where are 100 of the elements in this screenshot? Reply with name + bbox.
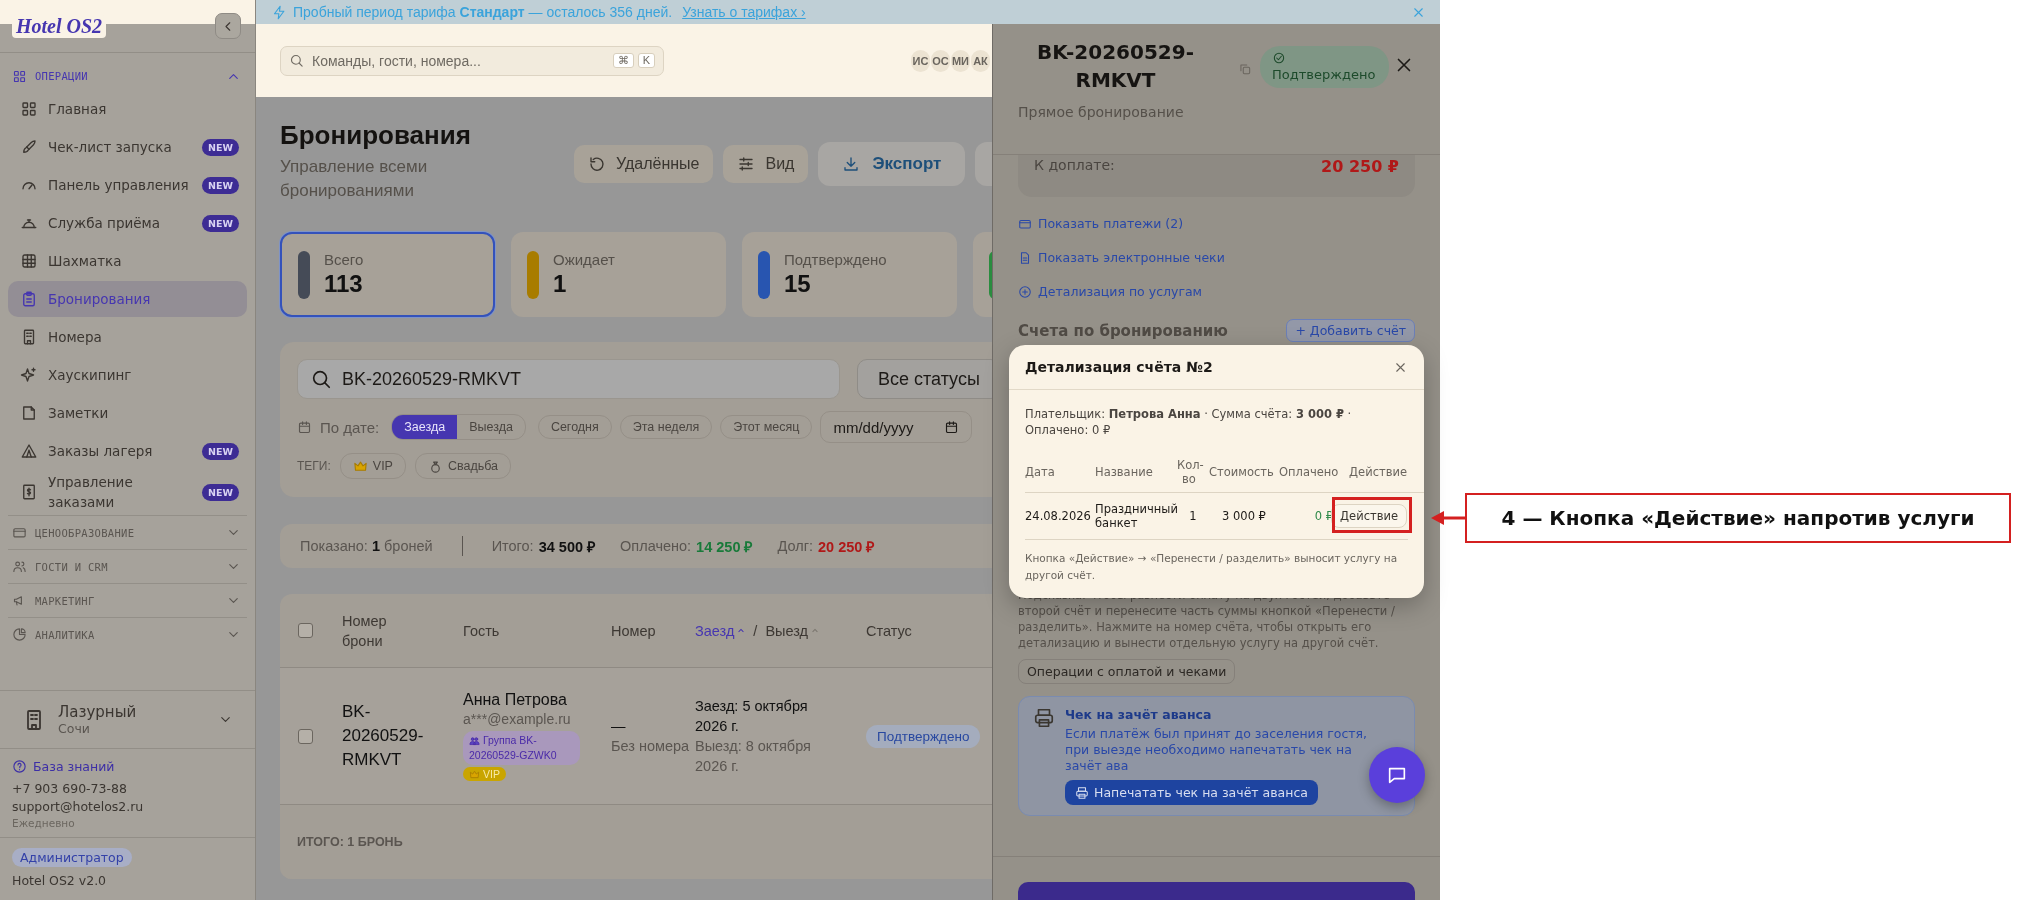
booking-title: BK-20260529-RMKVT [1036,39,1195,94]
section-icon [12,525,27,540]
stat-card[interactable]: Всего 113 [280,232,495,317]
support-hours: Ежедневно [12,817,76,829]
command-search-field[interactable]: Команды, гости, номера... ⌘ K [280,45,664,76]
column-header: Стоимость [1209,465,1275,479]
advance-text: Если платёж был принят до заселения гостя, при выезде необходимо напечатать чек на зачёт ава [1065,726,1369,774]
add-invoice-button[interactable]: + Добавить счёт [1286,319,1415,342]
nav-item[interactable]: Заметки [8,395,247,431]
stat-value: 113 [324,270,364,298]
column-header: Номер брони [342,611,388,651]
column-header: Действие [1348,465,1407,479]
nav-icon [20,404,38,422]
table-cell: Праздничный банкет [1095,502,1177,530]
sortable-header[interactable]: Заезд [695,622,746,639]
room-value: — [611,717,627,736]
property-selector[interactable]: Лазурный Сочи [0,690,255,749]
user-avatar[interactable]: АК [971,49,990,72]
column-header: Оплачено [1279,465,1337,479]
calendar-icon [944,419,960,435]
drawer-link[interactable]: Показать платежи (2) [1018,216,1415,231]
stat-label: Всего [324,251,364,268]
section-title: Счета по бронированию [1018,321,1228,340]
collapse-button[interactable] [215,13,241,39]
copy-icon [1238,62,1252,76]
advance-title: Чек на зачёт аванса [1065,707,1212,722]
nav-icon [20,290,38,308]
section-header[interactable]: АНАЛИТИКА [8,617,247,651]
column-header: Гость [463,621,501,641]
table-cell-text: 1 [1188,509,1198,523]
user-avatar[interactable]: ИС [911,49,930,72]
nav-item[interactable]: Номера [8,319,247,355]
copy-button[interactable] [1238,62,1252,76]
toolbar-button[interactable]: Вид [723,145,809,183]
annotation-callout: 4 — Кнопка «Действие» напротив услуги [1465,493,2011,543]
drawer-link[interactable]: Показать электронные чеки [1018,250,1415,265]
user-avatar[interactable]: МИ [951,49,970,72]
paid-label: Оплачено: [620,538,692,554]
user-avatar[interactable]: ОС [931,49,950,72]
nav-item[interactable]: Управление заказами NEW [8,471,247,513]
shown-count: Показано: 1 броней [300,538,433,554]
page-title: Бронирования [280,119,472,151]
nav-icon [20,100,38,118]
booking-search-field[interactable]: BK-20260529-RMKVT [297,359,840,399]
section-icon [12,68,27,84]
date-input[interactable]: mm/dd/yyyy [820,411,973,443]
guest-name: Анна Петрова [463,691,567,709]
export-button[interactable]: Экспорт [818,142,966,186]
search-icon [289,53,304,68]
knowledge-base-link[interactable]: База знаний [12,759,243,774]
nav-item[interactable]: Заказы лагеря NEW [8,433,247,469]
action-button[interactable]: Действие [1331,504,1407,528]
dialog-note: Кнопка «Действие» → «Перенести / разделить» выносит услугу на другой счёт. [1025,551,1399,583]
nav-item[interactable]: Чек-лист запуска NEW [8,129,247,165]
section-header[interactable]: МАРКЕТИНГ [8,583,247,617]
table-cell-text: 3 000 ₽ [1221,509,1267,523]
toolbar-button[interactable]: Удалённые [574,145,714,183]
date-mode-tab[interactable]: Выезда [457,415,525,439]
nav-item[interactable]: Панель управления NEW [8,167,247,203]
nav-item[interactable]: Бронирования [8,281,247,317]
new-badge: NEW [202,176,239,194]
page-subtitle: Управление всеми бронированиями [280,156,429,202]
nav-item[interactable]: Главная [8,91,247,127]
stat-card[interactable]: Подтверждено 15 [742,232,957,317]
column-header: Название [1095,465,1154,479]
date-mode-tab[interactable]: Заезда [392,415,458,439]
nav-item[interactable]: Шахматка [8,243,247,279]
lightning-icon [272,4,287,20]
payment-operations-button[interactable]: Операции с оплатой и чеками [1018,659,1236,684]
people-icon [469,735,480,746]
print-receipt-button[interactable]: Напечатать чек на зачёт аванса [1065,780,1318,805]
date-filter-label: По дате: [320,418,380,436]
row-checkbox[interactable] [298,728,313,744]
stat-value: 15 [784,270,812,298]
sortable-header[interactable]: Выезд [765,622,820,639]
debt-label: Долг: [777,538,813,554]
guest-email: a***@example.ru [463,711,571,727]
due-label: К доплате: [1034,157,1115,173]
section-header[interactable]: ГОСТИ И CRM [8,549,247,583]
printer-icon [1033,707,1055,729]
section-header[interactable]: ОПЕРАЦИИ [8,61,247,91]
tag-chip[interactable]: Свадьба [414,453,512,479]
stat-label: Ожидает [553,251,615,268]
new-badge: NEW [202,138,239,156]
status-select[interactable]: Все статусы [857,359,992,399]
tag-chip[interactable]: VIP [339,453,406,479]
button-icon [737,155,756,173]
button-icon [842,155,861,173]
nav-item[interactable]: Служба приёма NEW [8,205,247,241]
booking-number[interactable]: BK-20260529-RMKVT [342,700,442,772]
select-all-checkbox[interactable] [298,623,313,638]
stat-label: Подтверждено [784,251,887,268]
stat-card[interactable]: Ожидает 1 [511,232,726,317]
status-badge: Подтверждено [1260,46,1390,88]
table-total: ИТОГО: 1 БРОНЬ [297,835,403,849]
new-badge: NEW [202,442,239,460]
role-badge: Администратор [12,848,132,867]
drawer-link[interactable]: Детализация по услугам [1018,284,1415,299]
section-header[interactable]: ЦЕНООБРАЗОВАНИЕ [8,515,247,549]
nav-item[interactable]: Хаускипинг [8,357,247,393]
